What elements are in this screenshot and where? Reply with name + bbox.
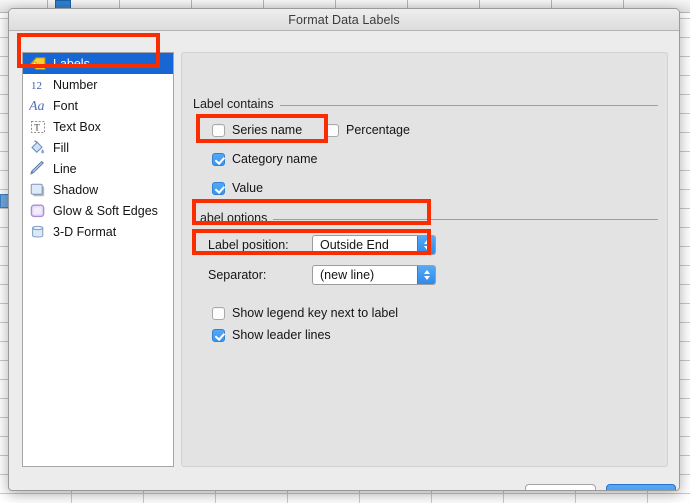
checkbox-label: Series name [232,123,303,137]
text-box-icon: T [28,119,47,135]
sidebar-item-number[interactable]: 12 Number [23,74,173,95]
glow-icon [28,203,47,219]
label-options-group-header: Label options [193,211,658,225]
separator-row: Separator: (new line) [208,265,436,285]
sidebar-item-label: Font [53,98,79,113]
stepper-arrows-icon[interactable] [417,236,435,254]
sidebar-item-label: Shadow [53,182,99,197]
sidebar-item-label: Fill [53,140,69,155]
sidebar-item-label: 3-D Format [53,224,117,239]
label-options-title: Label options [193,211,268,225]
cancel-button[interactable]: Cancel [525,484,596,490]
sidebar-item-shadow[interactable]: Shadow [23,179,173,200]
label-position-dropdown[interactable]: Outside End [312,235,436,255]
font-icon: Aa [28,98,47,114]
checkbox-box[interactable] [212,306,225,320]
checkbox-box[interactable] [212,152,225,166]
format-data-labels-dialog: Format Data Labels Labels 12 Number Aa F… [8,8,680,491]
sidebar-item-label: Line [53,161,77,176]
labels-settings-panel: Label contains Series name Percentage Ca… [181,52,668,467]
checkbox-label: Category name [232,152,318,166]
tag-icon [28,56,47,72]
shadow-icon [28,182,47,198]
separator-value: (new line) [320,268,375,282]
checkbox-category-name[interactable]: Category name [212,152,317,166]
sidebar-item-label: Number [53,77,98,92]
checkbox-box[interactable] [212,181,225,195]
sidebar-item-3d-format[interactable]: 3-D Format [23,221,173,242]
checkbox-label: Value [232,181,264,195]
ok-button-label: OK [632,489,650,490]
sidebar-item-labels[interactable]: Labels [23,53,173,74]
sidebar-item-text-box[interactable]: T Text Box [23,116,173,137]
label-position-label: Label position: [208,238,289,252]
number-icon: 12 [28,77,47,93]
cancel-button-label: Cancel [541,489,580,490]
fill-bucket-icon [28,140,47,156]
sidebar-item-font[interactable]: Aa Font [23,95,173,116]
group-divider [279,104,658,106]
checkbox-box[interactable] [326,123,339,137]
sidebar-item-line[interactable]: Line [23,158,173,179]
line-pencil-icon [28,161,47,177]
svg-text:Aa: Aa [29,99,45,113]
sidebar-item-fill[interactable]: Fill [23,137,173,158]
sidebar-item-label: Text Box [53,119,101,134]
checkbox-label: Show legend key next to label [232,306,399,320]
label-contains-title: Label contains [193,97,274,111]
category-list[interactable]: Labels 12 Number Aa Font T Text Box Fill… [22,52,174,467]
group-divider [273,218,658,220]
separator-label: Separator: [208,268,267,282]
svg-text:T: T [34,122,40,132]
stepper-arrows-icon[interactable] [417,266,435,284]
svg-text:12: 12 [31,80,42,92]
three-d-icon [28,224,47,240]
sidebar-item-label: Glow & Soft Edges [53,203,158,218]
checkbox-box[interactable] [212,123,225,137]
label-position-value: Outside End [320,238,389,252]
separator-dropdown[interactable]: (new line) [312,265,436,285]
dialog-title-bar: Format Data Labels [9,9,679,31]
label-position-row: Label position: Outside End [208,235,436,255]
checkbox-show-legend-key[interactable]: Show legend key next to label [212,306,398,320]
checkbox-box[interactable] [212,328,225,342]
sidebar-item-label: Labels [53,56,90,71]
dialog-body: Labels 12 Number Aa Font T Text Box Fill… [9,31,679,490]
checkbox-series-name[interactable]: Series name [212,123,302,137]
checkbox-label: Percentage [346,123,410,137]
checkbox-value[interactable]: Value [212,181,263,195]
checkbox-show-leader-lines[interactable]: Show leader lines [212,328,331,342]
label-contains-group-header: Label contains [193,97,658,111]
ok-button[interactable]: OK [606,484,676,490]
checkbox-percentage[interactable]: Percentage [326,123,410,137]
checkbox-label: Show leader lines [232,328,331,342]
dialog-title: Format Data Labels [288,12,400,27]
sidebar-item-glow-soft-edges[interactable]: Glow & Soft Edges [23,200,173,221]
